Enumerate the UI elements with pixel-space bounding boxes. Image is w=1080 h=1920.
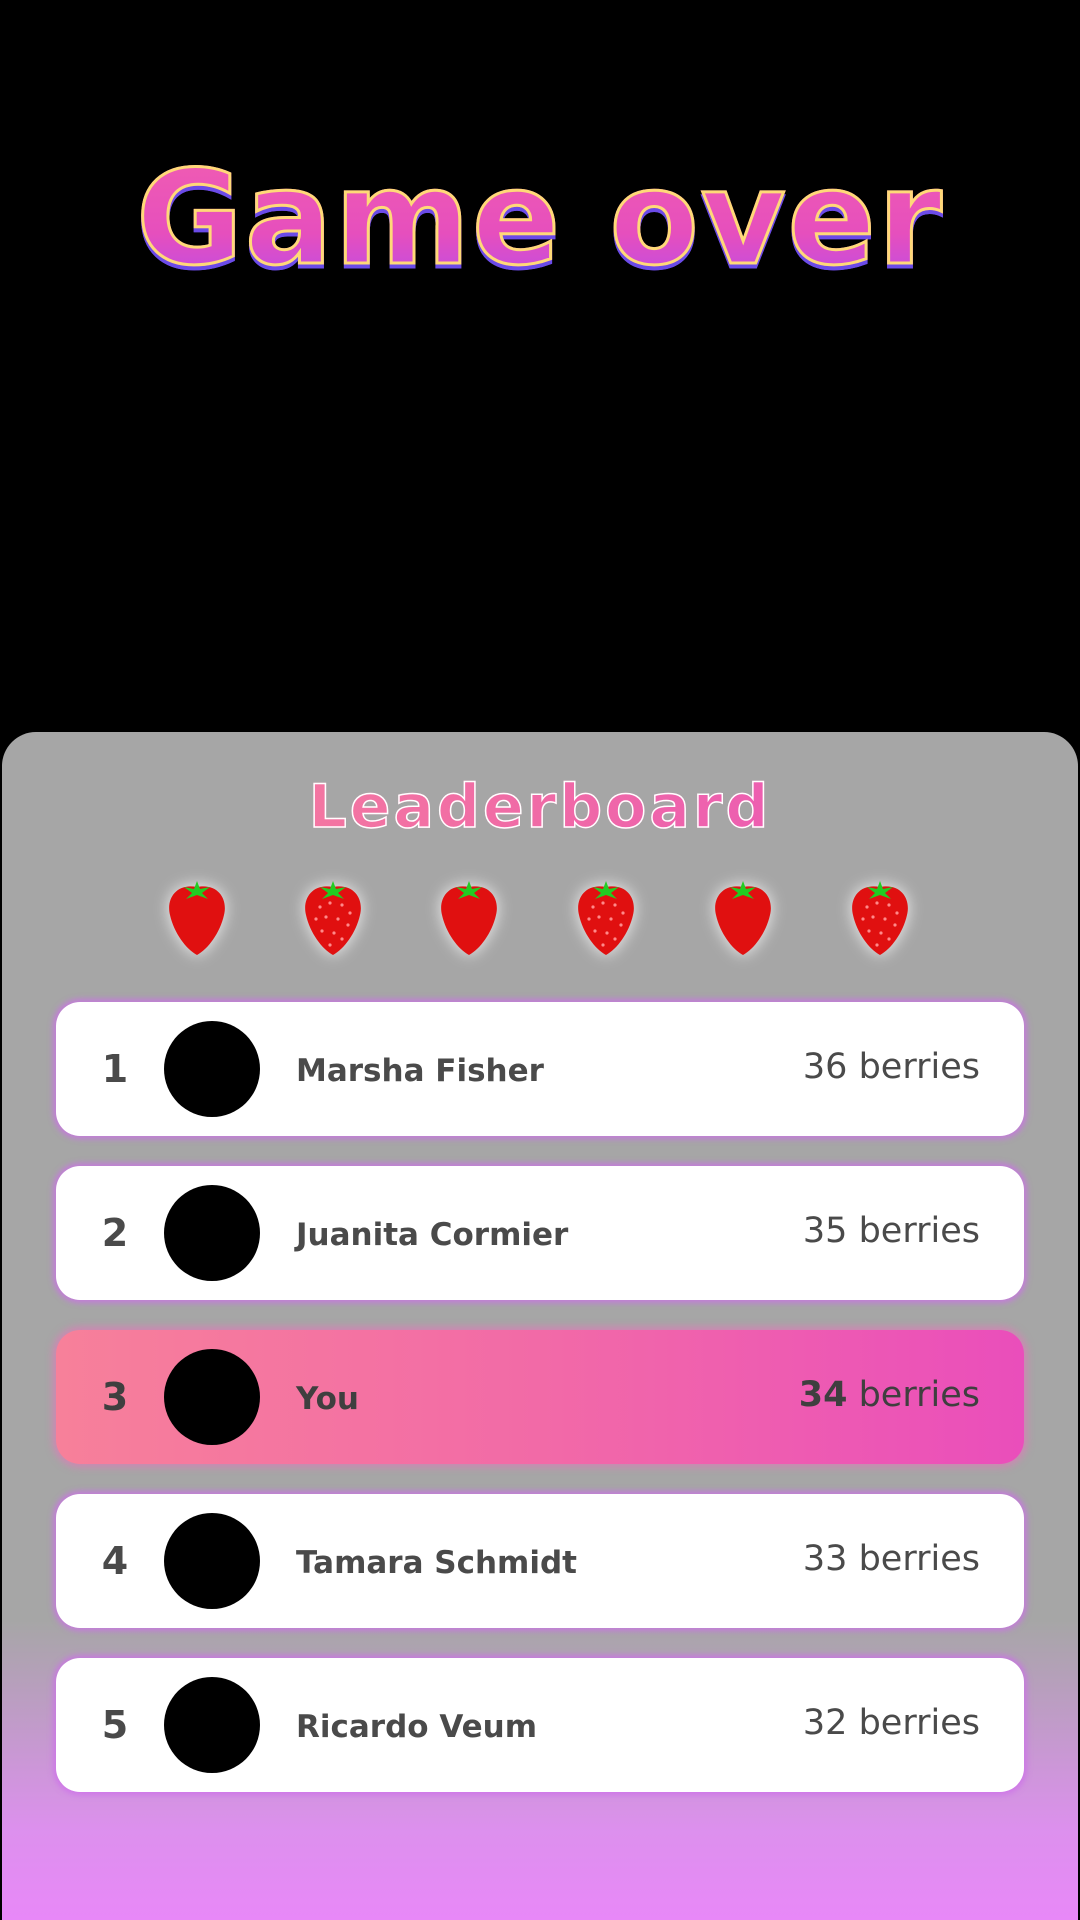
leaderboard-row: 5 Ricardo Veum 32 berries [56,1658,1024,1792]
score-value: 33 [802,1539,848,1579]
leaderboard-list: 1 Marsha Fisher 36 berries 2 Juanita Cor… [56,1002,1024,1822]
strawberry-icon [715,881,771,955]
player-name: Marsha Fisher [296,1053,544,1089]
score-unit: berries [858,1703,980,1743]
score-unit: berries [858,1539,980,1579]
game-over-title: Game over [135,141,944,296]
strawberry-icon [852,881,908,955]
avatar [164,1513,260,1609]
rank-number: 1 [101,1047,129,1091]
player-name: Ricardo Veum [296,1709,538,1745]
score-value: 34 [798,1375,848,1415]
score-value: 36 [802,1047,848,1087]
avatar [164,1021,260,1117]
rank-number: 5 [101,1703,129,1747]
avatar [164,1185,260,1281]
player-name: Tamara Schmidt [296,1545,577,1581]
leaderboard-row: 4 Tamara Schmidt 33 berries [56,1494,1024,1628]
player-score: 34 berries [799,1330,980,1464]
strawberry-icon [305,881,361,955]
rank-number: 4 [101,1539,129,1583]
player-score: 33 berries [803,1494,980,1628]
title-area: Game over [0,140,1080,296]
score-value: 35 [802,1211,848,1251]
score-value: 32 [802,1703,848,1743]
strawberry-row [2,877,1078,967]
rank-number: 2 [101,1211,129,1255]
leaderboard-panel: Leaderboard 1 Marsha Fisher 36 berries 2… [2,732,1078,1920]
player-name: You [296,1381,359,1417]
rank-number: 3 [101,1375,129,1419]
player-score: 32 berries [803,1658,980,1792]
player-score: 35 berries [803,1166,980,1300]
player-name: Juanita Cormier [296,1217,569,1253]
strawberry-icon [441,881,497,955]
strawberry-icon [578,881,634,955]
leaderboard-row-you: 3 You 34 berries [56,1330,1024,1464]
score-unit: berries [858,1047,980,1087]
strawberry-icon [169,881,225,955]
avatar [164,1677,260,1773]
leaderboard-row: 1 Marsha Fisher 36 berries [56,1002,1024,1136]
player-score: 36 berries [803,1002,980,1136]
avatar [164,1349,260,1445]
score-unit: berries [858,1211,980,1251]
score-unit: berries [858,1375,980,1415]
leaderboard-row: 2 Juanita Cormier 35 berries [56,1166,1024,1300]
leaderboard-title: Leaderboard [2,771,1078,843]
